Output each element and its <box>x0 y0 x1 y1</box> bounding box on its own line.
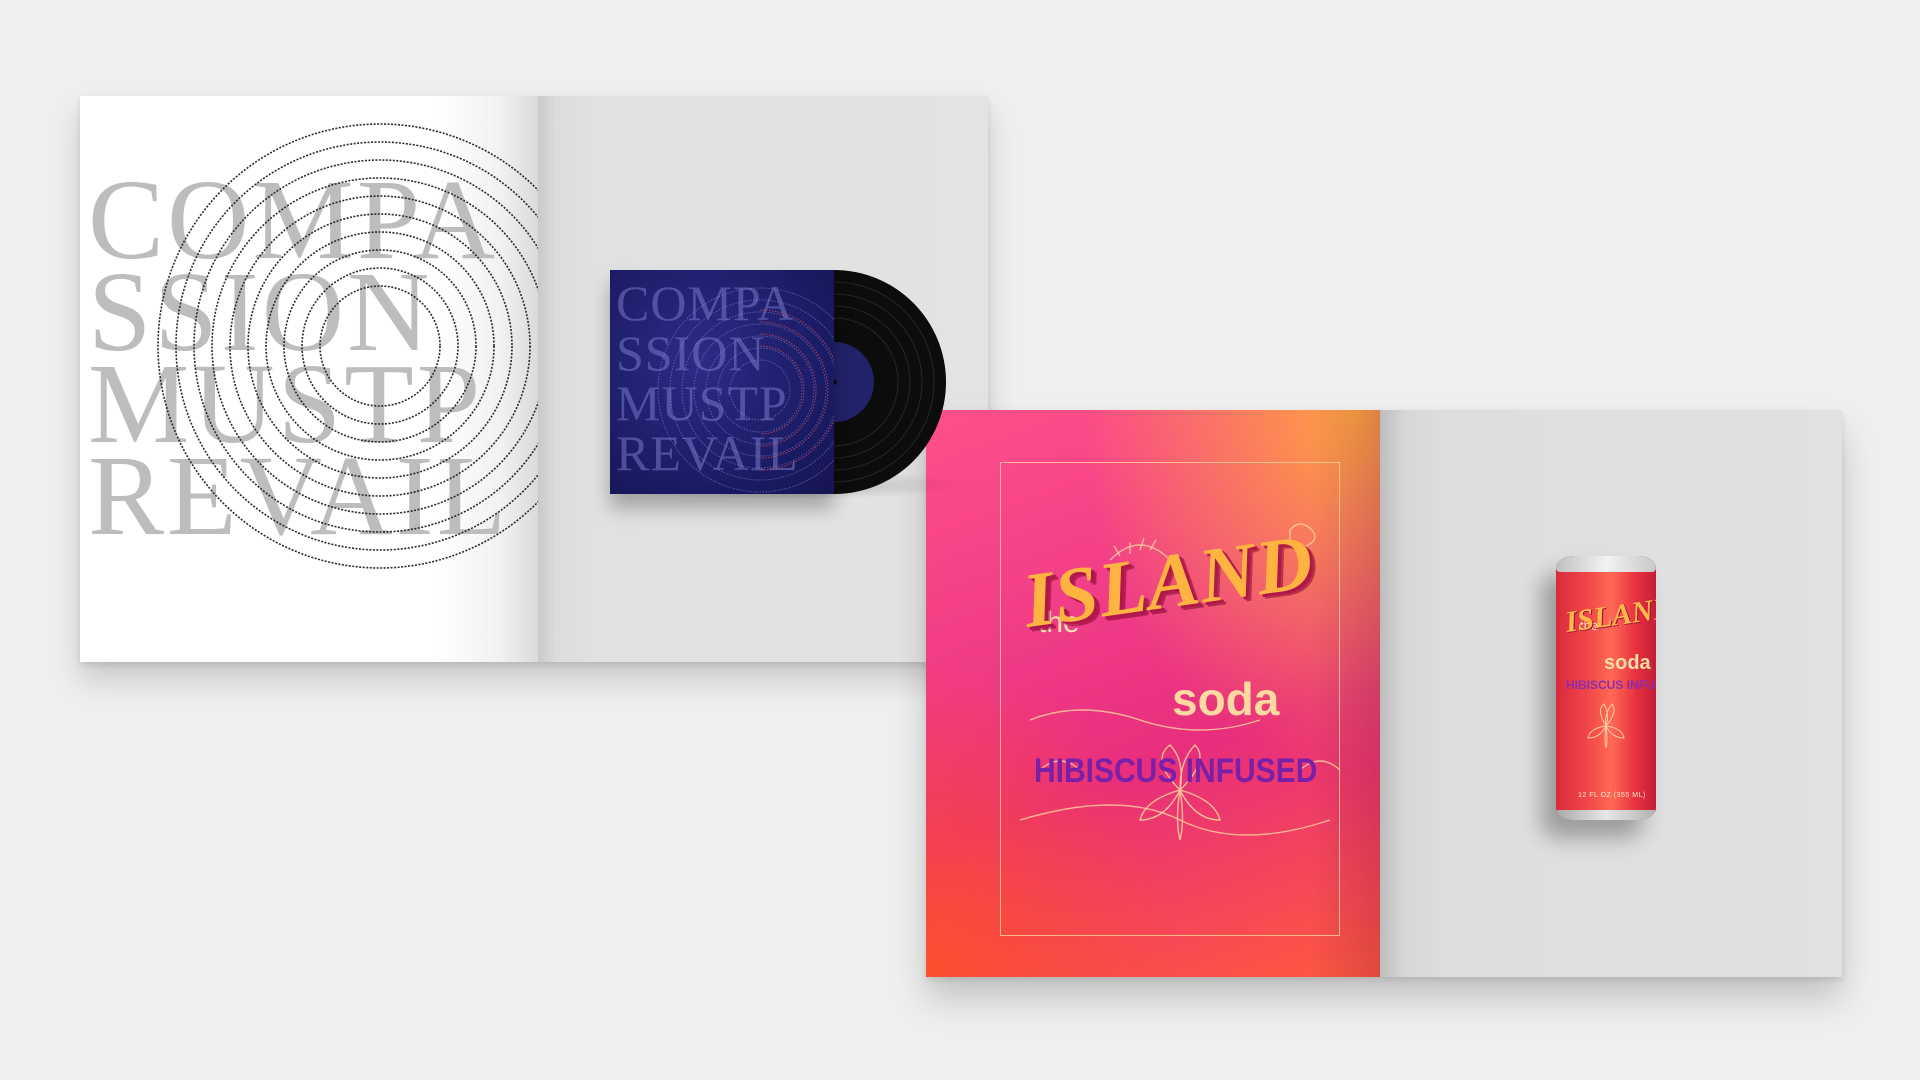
album-rings-graphic <box>657 287 834 493</box>
poster-flavor: HIBISCUS INFUSED <box>1034 752 1318 790</box>
can-lid <box>1556 556 1656 572</box>
can-volume: 12 FL OZ (355 ML) <box>1578 792 1646 799</box>
left-page-typography: COMPA SSION MUSTP REVAIL <box>80 96 538 662</box>
concentric-text-rings-graphic <box>157 123 538 569</box>
poster-title-soda: soda <box>1172 673 1280 725</box>
can-island: ISLAND <box>1563 591 1656 640</box>
can-flavor: HIBISCUS INFUSED <box>1566 678 1656 692</box>
soda-can: the ISLAND soda HIBISCUS INFUSED 12 FL O… <box>1556 556 1656 820</box>
can-soda: soda <box>1604 652 1651 674</box>
can-base <box>1556 810 1656 820</box>
album-cover: COMPA SSION MUSTP REVAIL <box>610 270 834 494</box>
hibiscus-icon <box>1587 703 1625 749</box>
